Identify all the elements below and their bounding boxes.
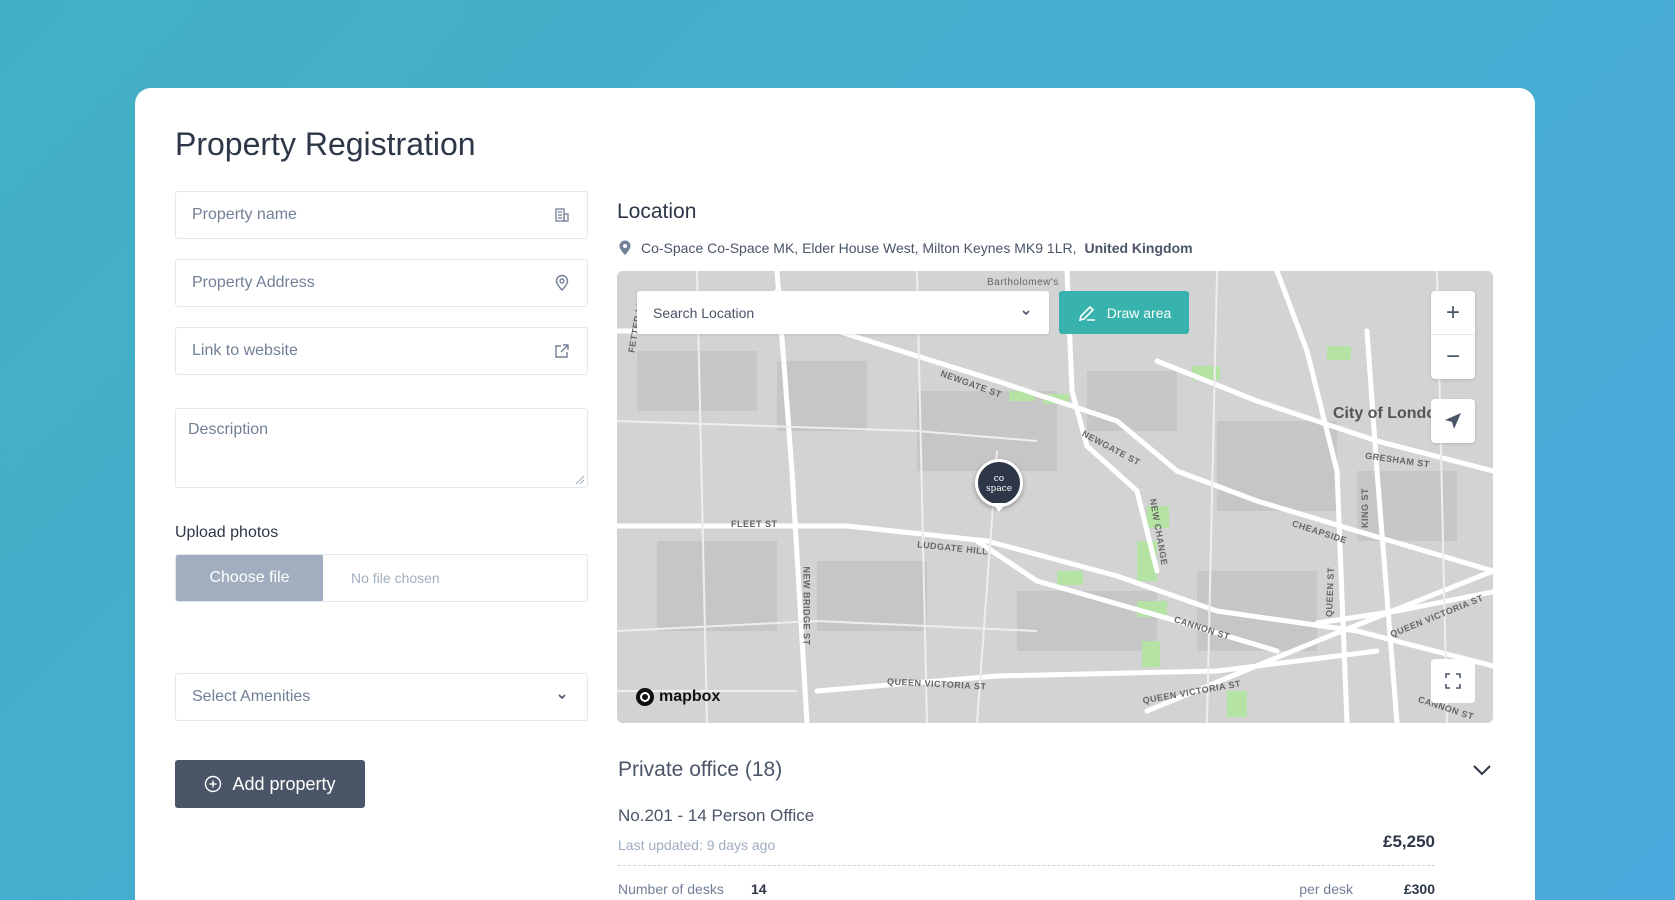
office-updated: Last updated: 9 days ago [618, 837, 776, 853]
expand-icon [1445, 673, 1461, 689]
chevron-down-icon [1022, 309, 1030, 315]
fullscreen-button[interactable] [1431, 659, 1475, 703]
building-icon [555, 208, 569, 222]
property-marker[interactable]: co space [975, 459, 1023, 507]
file-upload: Choose file No file chosen [175, 554, 588, 602]
location-address: Co-Space Co-Space MK, Elder House West, … [617, 240, 1193, 256]
property-address-field[interactable]: Property Address [175, 259, 588, 307]
description-textarea[interactable]: Description [175, 408, 588, 488]
geolocate-button[interactable] [1431, 399, 1475, 443]
per-desk-value: £300 [1403, 881, 1435, 897]
page-title: Property Registration [175, 126, 476, 162]
registration-card: Property Registration Property name Prop… [135, 88, 1535, 900]
marker-text-line2: space [985, 484, 1013, 494]
street-label: Bartholomew's [987, 277, 1059, 288]
external-link-icon [555, 344, 569, 358]
zoom-out-button[interactable]: − [1431, 335, 1475, 379]
upload-photos-label: Upload photos [175, 524, 279, 541]
per-desk-label: per desk [1299, 881, 1353, 897]
mapbox-icon [636, 688, 654, 706]
add-property-button[interactable]: Add property [175, 760, 365, 808]
marker-tail [992, 503, 1006, 512]
website-placeholder: Link to website [192, 342, 298, 359]
desks-value: 14 [751, 881, 767, 897]
map[interactable]: NEWGATE ST NEWGATE ST FLEET ST LUDGATE H… [617, 271, 1493, 723]
mapbox-logo[interactable]: mapbox [635, 687, 720, 707]
office-divider [618, 865, 1435, 866]
description-placeholder: Description [188, 421, 269, 438]
search-location-placeholder: Search Location [653, 304, 755, 321]
map-pin-icon [619, 240, 631, 255]
street-label: NEW BRIDGE ST [801, 566, 812, 646]
amenities-select[interactable]: Select Amenities [175, 673, 588, 721]
no-file-text: No file chosen [351, 570, 440, 586]
private-office-title: Private office (18) [618, 758, 783, 781]
city-label: City of Londo [1333, 405, 1437, 422]
draw-area-label: Draw area [1106, 304, 1172, 321]
office-name[interactable]: No.201 - 14 Person Office [618, 806, 814, 826]
street-label: KING ST [1360, 487, 1371, 529]
navigation-arrow-icon [1445, 413, 1461, 429]
choose-file-button[interactable]: Choose file [176, 555, 323, 601]
zoom-controls: + − [1431, 291, 1475, 379]
plus-circle-icon [205, 775, 222, 793]
address-text: Co-Space Co-Space MK, Elder House West, … [641, 240, 1077, 256]
property-name-placeholder: Property name [192, 206, 297, 223]
resize-handle-icon[interactable] [574, 474, 584, 484]
marker-text-line1: co [993, 474, 1005, 484]
address-country: United Kingdom [1084, 240, 1193, 256]
amenities-placeholder: Select Amenities [192, 688, 311, 705]
pen-icon [1078, 305, 1095, 321]
website-field[interactable]: Link to website [175, 327, 588, 375]
office-price: £5,250 [1383, 832, 1435, 851]
street-label: FLEET ST [731, 519, 778, 529]
add-property-label: Add property [232, 773, 336, 794]
chevron-down-icon[interactable] [1470, 758, 1494, 782]
private-office-header[interactable]: Private office (18) [618, 758, 1494, 782]
zoom-in-button[interactable]: + [1431, 291, 1475, 335]
location-pin-icon [555, 274, 569, 291]
desks-label: Number of desks [618, 881, 724, 897]
draw-area-button[interactable]: Draw area [1059, 291, 1189, 334]
property-name-field[interactable]: Property name [175, 191, 588, 239]
chevron-down-icon [558, 694, 566, 700]
property-address-placeholder: Property Address [192, 274, 315, 291]
search-location-select[interactable]: Search Location [637, 291, 1049, 334]
street-label: QUEEN ST [1324, 566, 1336, 618]
mapbox-text: mapbox [659, 688, 721, 705]
location-title: Location [617, 200, 697, 223]
